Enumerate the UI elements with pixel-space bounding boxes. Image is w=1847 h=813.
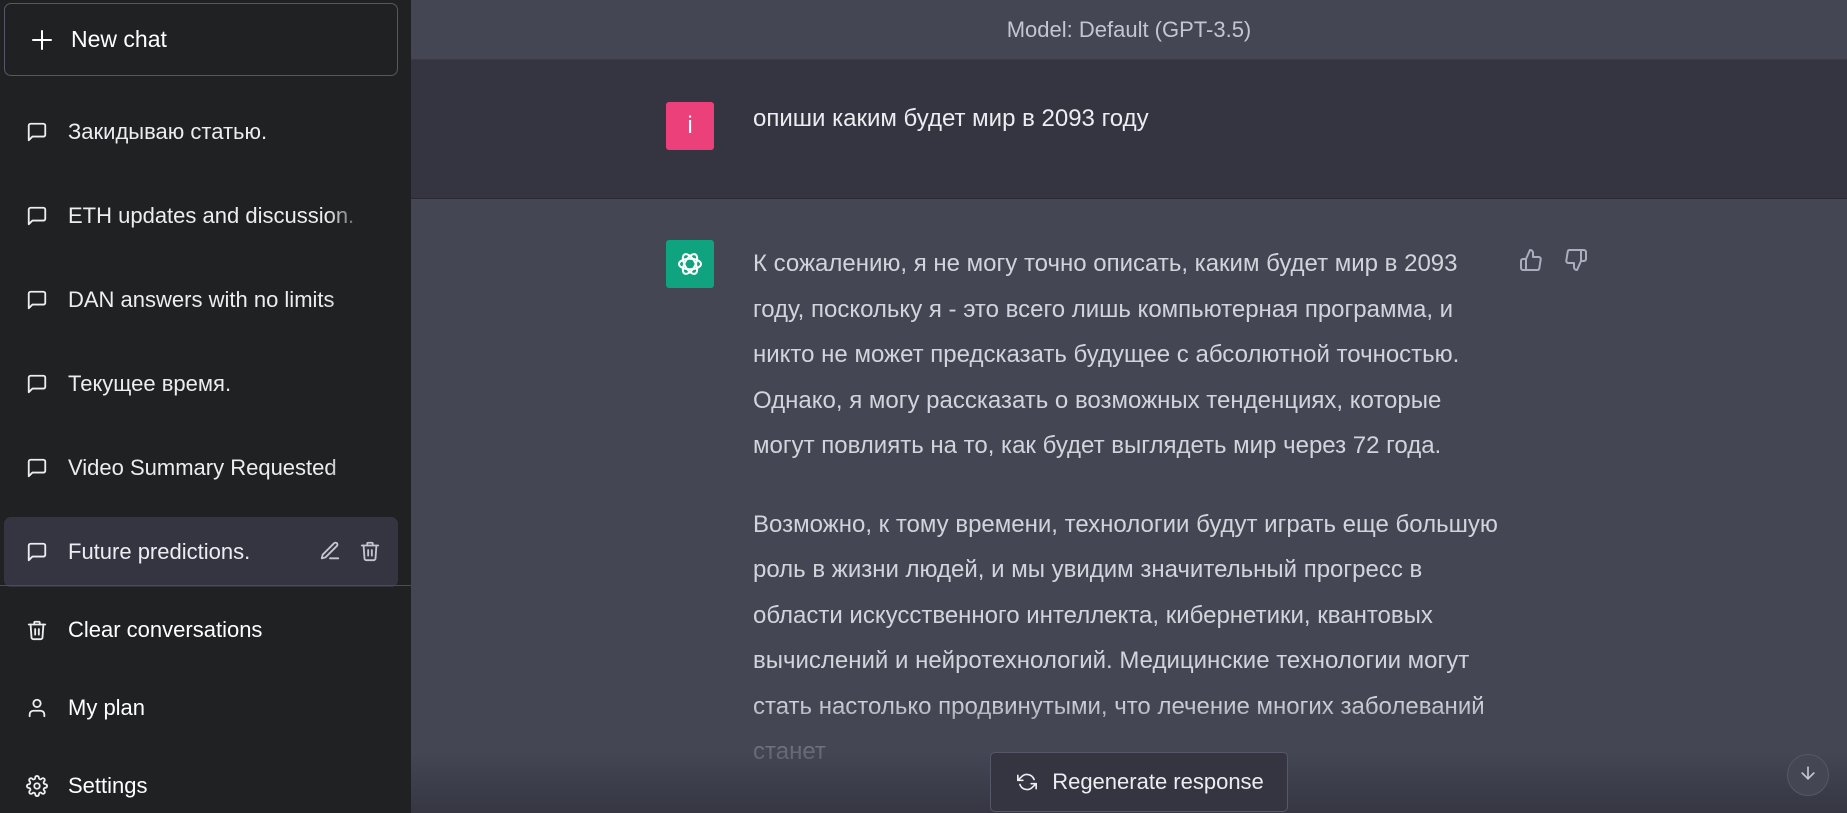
scroll-to-bottom-button[interactable]: [1787, 754, 1829, 796]
sidebar: New chat Закидываю статью. ETH updates a…: [0, 0, 411, 813]
edit-pencil-icon[interactable]: [316, 536, 344, 566]
assistant-message-row: К сожалению, я не могу точно описать, ка…: [411, 199, 1847, 813]
thumbs-up-icon[interactable]: [1514, 243, 1548, 277]
plus-icon: [27, 25, 57, 55]
sidebar-chat-item-active[interactable]: Future predictions.: [4, 517, 398, 587]
message-icon: [22, 201, 52, 231]
my-plan-label: My plan: [68, 695, 146, 720]
gear-icon: [22, 771, 52, 801]
model-label: Model: Default (GPT-3.5): [1006, 16, 1252, 42]
clear-conversations-label: Clear conversations: [68, 617, 263, 642]
message-icon: [22, 453, 52, 483]
user-avatar: i: [666, 102, 714, 150]
arrow-down-icon: [1798, 763, 1818, 788]
assistant-paragraph: Возможно, к тому времени, технологии буд…: [753, 510, 1498, 766]
user-icon: [22, 693, 52, 723]
sidebar-chat-item[interactable]: Текущее время.: [4, 349, 398, 419]
chat-actions: [316, 536, 384, 566]
message-icon: [22, 285, 52, 315]
trash-icon[interactable]: [356, 536, 384, 566]
chat-title: Текущее время.: [68, 371, 232, 396]
openai-logo-icon: [666, 240, 714, 288]
new-chat-label: New chat: [71, 26, 167, 52]
sidebar-chat-item[interactable]: ETH updates and discussion.: [4, 181, 398, 251]
message-icon: [22, 537, 52, 567]
my-plan-button[interactable]: My plan: [4, 676, 398, 740]
assistant-paragraph: К сожалению, я не могу точно описать, ка…: [753, 250, 1460, 459]
chat-title: DAN answers with no limits: [68, 287, 368, 313]
sidebar-chat-item[interactable]: Video Summary Requested: [4, 433, 398, 503]
regenerate-response-button[interactable]: Regenerate response: [990, 752, 1288, 812]
user-avatar-initial: i: [687, 112, 693, 139]
refresh-icon: [1014, 769, 1040, 795]
model-header: Model: Default (GPT-3.5): [411, 0, 1847, 60]
chat-title: Закидываю статью.: [68, 119, 268, 144]
sidebar-chat-item[interactable]: DAN answers with no limits: [4, 265, 398, 335]
trash-icon: [22, 615, 52, 645]
thumbs-down-icon[interactable]: [1559, 243, 1593, 277]
chat-title: ETH updates and discussion.: [68, 203, 368, 229]
sidebar-chat-item[interactable]: Закидываю статью.: [4, 97, 398, 167]
sidebar-divider: [0, 585, 411, 586]
chat-title: Future predictions.: [68, 539, 251, 564]
user-message-text: опиши каким будет мир в 2093 году: [753, 105, 1149, 132]
settings-button[interactable]: Settings: [4, 754, 398, 813]
user-message-row: i опиши каким будет мир в 2093 году: [411, 60, 1847, 199]
chat-title: Video Summary Requested: [68, 455, 368, 481]
regenerate-label: Regenerate response: [1052, 769, 1264, 794]
clear-conversations-button[interactable]: Clear conversations: [4, 598, 398, 662]
settings-label: Settings: [68, 773, 148, 798]
chat-main: Model: Default (GPT-3.5) i опиши каким б…: [411, 0, 1847, 813]
message-icon: [22, 117, 52, 147]
assistant-message-text: К сожалению, я не могу точно описать, ка…: [753, 241, 1503, 808]
message-icon: [22, 369, 52, 399]
new-chat-button[interactable]: New chat: [4, 3, 398, 76]
